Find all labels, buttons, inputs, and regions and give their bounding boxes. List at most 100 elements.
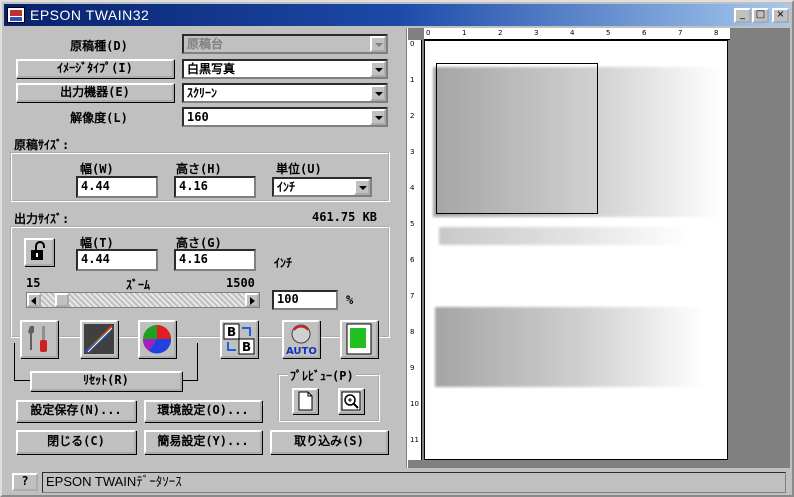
ruler-left-tick: 0 (410, 40, 415, 48)
zoom-preview-button[interactable] (338, 388, 364, 414)
reset-button[interactable]: ﾘｾｯﾄ(R) (30, 371, 182, 391)
scan-image-band (439, 227, 689, 245)
output-device-select[interactable]: ｽｸﾘｰﾝ (182, 83, 388, 103)
output-height-input[interactable]: 4.16 (174, 249, 256, 271)
full-preview-button[interactable] (292, 388, 318, 414)
ruler-top-tick: 0 (426, 29, 431, 37)
preview-thumbnail-button[interactable] (340, 320, 378, 358)
page-preview-icon (346, 323, 372, 355)
ruler-left-tick: 9 (410, 364, 415, 372)
zoom-input[interactable]: 100 (272, 290, 338, 310)
twain-window: EPSON TWAIN32 _ □ × 原稿種(D) 原稿台 ｲﾒｰｼﾞﾀｲﾌﾟ… (0, 0, 794, 497)
image-type-button[interactable]: ｲﾒｰｼﾞﾀｲﾌﾟ(I) (16, 59, 174, 78)
ruler-top-tick: 1 (462, 29, 467, 37)
page-icon (298, 391, 313, 411)
ruler-left-tick: 7 (410, 292, 415, 300)
swap-ab-icon: B B (223, 323, 255, 355)
title-bar[interactable]: EPSON TWAIN32 _ □ × (4, 4, 790, 26)
swap-image-button[interactable]: B B (220, 320, 258, 358)
maximize-button[interactable]: □ (752, 8, 769, 23)
auto-exposure-icon: AUTO (286, 324, 317, 357)
resolution-select[interactable]: 160 (182, 107, 388, 127)
ruler-left-tick: 10 (410, 400, 419, 408)
save-settings-button[interactable]: 設定保存(N)... (16, 400, 136, 422)
ruler-left-tick: 3 (410, 148, 415, 156)
ruler-top-tick: 6 (642, 29, 647, 37)
output-device-button[interactable]: 出力機器(E) (16, 83, 174, 102)
zoom-slider-thumb[interactable] (55, 293, 69, 307)
image-type-select[interactable]: 白黒写真 (182, 59, 388, 79)
preview-label: ﾌﾟﾚﾋﾞｭｰ(P) (288, 367, 356, 384)
environment-settings-button[interactable]: 環境設定(O)... (144, 400, 262, 422)
ruler-top-tick: 4 (570, 29, 575, 37)
preview-page[interactable] (424, 40, 728, 460)
close-window-button[interactable]: × (772, 8, 789, 23)
source-size-title: 原稿ｻｲｽﾞ: (14, 138, 70, 152)
histogram-icon (84, 324, 114, 354)
epson-app-icon[interactable] (7, 7, 25, 23)
zoom-min-label: 15 (26, 276, 41, 290)
output-size-title: 出力ｻｲｽﾞ: (14, 212, 70, 226)
svg-text:B: B (227, 325, 236, 339)
source-width-label: 幅(W) (80, 162, 114, 176)
settings-panel: 原稿種(D) 原稿台 ｲﾒｰｼﾞﾀｲﾌﾟ(I) 白黒写真 出力機器(E) ｽｸﾘ… (4, 28, 406, 468)
ruler-top-tick: 2 (498, 29, 503, 37)
scan-image-band (435, 307, 705, 387)
zoom-max-label: 1500 (226, 276, 255, 290)
minimize-button[interactable]: _ (734, 8, 751, 23)
lock-button[interactable] (24, 238, 54, 266)
simple-settings-button[interactable]: 簡易設定(Y)... (144, 430, 262, 454)
auto-exposure-button[interactable]: AUTO (282, 320, 320, 358)
unit-value: ｲﾝﾁ (277, 180, 296, 194)
chevron-down-icon[interactable] (370, 109, 386, 125)
adjustment-tools-button[interactable] (20, 320, 58, 358)
ruler-top-tick: 7 (678, 29, 683, 37)
image-type-value: 白黒写真 (187, 62, 236, 76)
color-balance-button[interactable] (138, 320, 176, 358)
wrench-screwdriver-icon (28, 326, 47, 352)
left-ruler: 0 1 2 3 4 5 6 7 8 9 10 11 (408, 40, 422, 460)
scan-button[interactable]: 取り込み(S) (270, 430, 388, 454)
close-button[interactable]: 閉じる(C) (16, 430, 136, 454)
source-height-label: 高さ(H) (176, 162, 222, 176)
ruler-top-tick: 3 (534, 29, 539, 37)
source-height-input[interactable]: 4.16 (174, 176, 256, 198)
auto-label: AUTO (286, 346, 317, 356)
slider-left-arrow-icon[interactable] (27, 293, 41, 307)
status-text: EPSON TWAINﾃﾞｰﾀｿｰｽ (42, 472, 786, 493)
unit-select[interactable]: ｲﾝﾁ (272, 177, 372, 197)
chevron-down-icon[interactable] (354, 179, 370, 195)
help-button[interactable]: ? (12, 473, 38, 491)
source-width-input[interactable]: 4.44 (76, 176, 158, 198)
slider-right-arrow-icon[interactable] (245, 293, 259, 307)
status-bar: ? EPSON TWAINﾃﾞｰﾀｿｰｽ (4, 470, 790, 495)
magnifier-icon (341, 391, 361, 411)
ruler-left-tick: 4 (410, 184, 415, 192)
chevron-down-icon[interactable] (370, 85, 386, 101)
output-width-input[interactable]: 4.44 (76, 249, 158, 271)
ruler-left-tick: 6 (410, 256, 415, 264)
ruler-left-tick: 11 (410, 436, 419, 444)
chevron-down-icon[interactable] (370, 61, 386, 77)
color-wheel-icon (142, 325, 172, 354)
selection-marquee[interactable] (436, 63, 598, 214)
output-file-size: 461.75 KB (312, 210, 378, 224)
lock-icon (31, 241, 45, 260)
chevron-down-icon (370, 36, 386, 52)
output-device-value: ｽｸﾘｰﾝ (187, 86, 218, 100)
ruler-top-tick: 5 (606, 29, 611, 37)
resolution-value: 160 (187, 110, 209, 124)
color-adjust-button[interactable] (80, 320, 118, 358)
preview-area: 0 1 2 3 4 5 6 7 8 0 1 2 3 4 5 6 7 8 9 10 11 (408, 28, 790, 468)
top-ruler: 0 1 2 3 4 5 6 7 8 (424, 28, 730, 40)
source-type-label: 原稿種(D) (70, 39, 128, 53)
ruler-top-tick: 8 (714, 29, 719, 37)
ruler-left-tick: 1 (410, 76, 415, 84)
ruler-left-tick: 2 (410, 112, 415, 120)
zoom-slider[interactable] (26, 292, 260, 308)
zoom-percent: % (346, 293, 354, 307)
unit-label: 単位(U) (276, 162, 322, 176)
ruler-left-tick: 5 (410, 220, 415, 228)
output-unit: ｲﾝﾁ (274, 256, 293, 270)
svg-text:B: B (242, 340, 251, 354)
